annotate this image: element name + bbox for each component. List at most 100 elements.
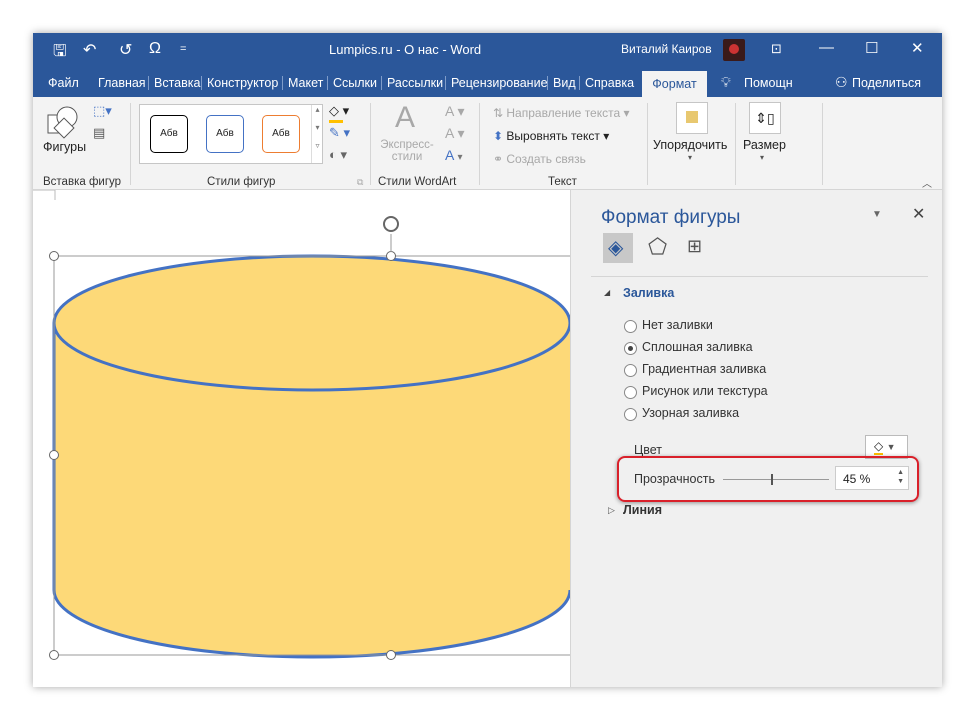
style-sample-black[interactable]: Абв — [150, 115, 188, 153]
align-text-icon: ⬍ — [493, 129, 507, 143]
text-box-icon[interactable]: ▤ — [93, 125, 105, 141]
ribbon: Фигуры ⬚▾ ▤ Вставка фигур Абв Абв Абв ▴ ▾… — [33, 97, 942, 190]
group-text: Текст — [548, 176, 577, 188]
create-link-label: Создать связь — [506, 152, 586, 166]
arrange-button[interactable]: Упорядочить — [653, 138, 727, 152]
cylinder-top — [52, 254, 570, 392]
lightbulb-icon: 💡︎ — [721, 74, 731, 90]
quick-styles-button[interactable]: Экспресс-стили — [379, 139, 435, 163]
paint-bucket-icon: ◇ — [874, 439, 884, 455]
no-fill-radio[interactable] — [624, 320, 637, 333]
align-text-label: Выровнять текст — [506, 129, 600, 143]
shape-styles-gallery[interactable]: Абв Абв Абв ▴ ▾ ▿ — [139, 104, 323, 164]
style-sample-orange[interactable]: Абв — [262, 115, 300, 153]
tab-references[interactable]: Ссылки — [327, 76, 377, 90]
text-effects-icon[interactable]: A ▾ — [445, 147, 463, 163]
group-shape-styles: Стили фигур — [207, 176, 276, 188]
style-sample-blue[interactable]: Абв — [206, 115, 244, 153]
text-outline-icon[interactable]: A ▾ — [445, 125, 464, 142]
pane-title: Формат фигуры — [601, 207, 741, 228]
collapse-fill-icon[interactable]: ◢ — [604, 288, 610, 297]
text-direction-icon: ⇅ — [493, 106, 507, 120]
shape-fill-icon[interactable]: ◇ ▾ — [329, 103, 349, 123]
tab-format[interactable]: Формат — [642, 71, 707, 97]
window-title: Lumpics.ru - О нас - Word — [329, 42, 482, 57]
transparency-spinner[interactable]: ▲ ▼ — [897, 468, 904, 486]
gradient-fill-radio[interactable] — [624, 364, 637, 377]
shapes-button[interactable]: Фигуры — [43, 140, 86, 154]
pane-options-dropdown[interactable]: ▼ — [872, 209, 882, 220]
quick-styles-icon[interactable]: A — [395, 101, 415, 135]
line-section-header[interactable]: Линия — [623, 503, 662, 517]
tab-layout[interactable]: Макет — [282, 76, 323, 90]
transparency-slider[interactable] — [723, 479, 829, 480]
symbol-icon[interactable]: Ω — [149, 40, 161, 58]
minimize-button[interactable]: — — [819, 39, 834, 56]
edit-shape-icon[interactable]: ⬚▾ — [93, 103, 112, 119]
tell-me-search[interactable]: Помощн — [744, 76, 793, 90]
document-canvas[interactable] — [33, 190, 570, 687]
pane-close-button[interactable]: ✕ — [912, 204, 925, 224]
layout-properties-tab-icon[interactable]: ⊞ — [687, 236, 702, 257]
solid-fill-label[interactable]: Сплошная заливка — [642, 340, 753, 354]
transparency-label: Прозрачность — [634, 472, 715, 486]
pattern-fill-label[interactable]: Узорная заливка — [642, 406, 739, 420]
group-insert-shapes: Вставка фигур — [43, 176, 122, 188]
picture-fill-label[interactable]: Рисунок или текстура — [642, 384, 768, 398]
shape-outline-icon[interactable]: ✎ ▾ — [329, 125, 350, 141]
word-window: 🖫 ↶ ↺ Ω = Lumpics.ru - О нас - Word Вита… — [33, 33, 942, 687]
tab-design[interactable]: Конструктор — [201, 76, 278, 90]
transparency-value: 45 % — [843, 472, 871, 486]
solid-fill-radio[interactable] — [624, 342, 637, 355]
create-link-button[interactable]: ⚭ Создать связь — [493, 152, 586, 166]
text-direction-label: Направление текста — [506, 106, 621, 120]
size-icon[interactable]: ⇕▯ — [749, 102, 781, 134]
arrange-icon[interactable] — [676, 102, 708, 134]
link-icon: ⚭ — [493, 152, 507, 166]
tab-mailings[interactable]: Рассылки — [381, 76, 443, 90]
shapes-icon[interactable] — [45, 105, 81, 141]
text-fill-icon[interactable]: A ▾ — [445, 103, 464, 120]
color-label: Цвет — [634, 443, 663, 457]
rotate-handle-icon — [383, 216, 399, 252]
avatar[interactable] — [723, 39, 745, 61]
person-add-icon: ⚇ — [835, 74, 848, 90]
collapse-ribbon-icon[interactable]: ︿ — [922, 175, 932, 190]
picture-fill-radio[interactable] — [624, 386, 637, 399]
gradient-fill-label[interactable]: Градиентная заливка — [642, 362, 766, 376]
ribbon-tabs: Файл Главная Вставка Конструктор Макет С… — [33, 67, 942, 97]
tab-help[interactable]: Справка — [579, 76, 634, 90]
align-text-button[interactable]: ⬍ Выровнять текст ▾ — [493, 129, 609, 143]
text-direction-button[interactable]: ⇅ Направление текста ▾ — [493, 106, 630, 120]
tab-insert[interactable]: Вставка — [148, 76, 200, 90]
effects-tab-pentagon-icon[interactable]: ⬠ — [648, 234, 667, 260]
customize-qat-icon[interactable]: = — [180, 43, 186, 55]
close-button[interactable]: ✕ — [911, 39, 924, 57]
tab-home[interactable]: Главная — [98, 76, 146, 90]
user-name[interactable]: Виталий Каиров — [621, 42, 712, 56]
size-button[interactable]: Размер — [743, 138, 786, 152]
tab-review[interactable]: Рецензирование — [445, 76, 548, 90]
pattern-fill-radio[interactable] — [624, 408, 637, 421]
transparency-input[interactable]: 45 % ▲ ▼ — [835, 466, 909, 490]
transparency-slider-thumb[interactable] — [770, 474, 773, 485]
paint-bucket-icon: ◈ — [608, 237, 624, 259]
save-icon[interactable]: 🖫 — [53, 40, 67, 67]
group-wordart: Стили WordArt — [378, 176, 457, 188]
fill-line-tab[interactable]: ◈ — [603, 233, 633, 263]
dialog-launcher-icon[interactable]: ⧉ — [357, 177, 363, 188]
redo-icon[interactable]: ↺ — [119, 40, 132, 60]
tab-view[interactable]: Вид — [547, 76, 576, 90]
fill-section-header[interactable]: Заливка — [623, 286, 674, 300]
maximize-button[interactable]: ☐ — [865, 39, 878, 57]
expand-line-icon[interactable]: ▷ — [608, 505, 615, 516]
ribbon-display-icon[interactable]: ⊡ — [771, 41, 782, 57]
gallery-scroll[interactable]: ▴ ▾ ▿ — [311, 105, 323, 163]
share-button[interactable]: Поделиться — [852, 76, 921, 90]
undo-icon[interactable]: ↶ — [83, 40, 96, 60]
cylinder-shape[interactable] — [33, 190, 570, 687]
shape-effects-icon[interactable]: ◐ ▾ — [329, 147, 347, 163]
title-bar: 🖫 ↶ ↺ Ω = Lumpics.ru - О нас - Word Вита… — [33, 33, 942, 67]
tab-file[interactable]: Файл — [48, 76, 79, 90]
no-fill-label[interactable]: Нет заливки — [642, 318, 713, 332]
